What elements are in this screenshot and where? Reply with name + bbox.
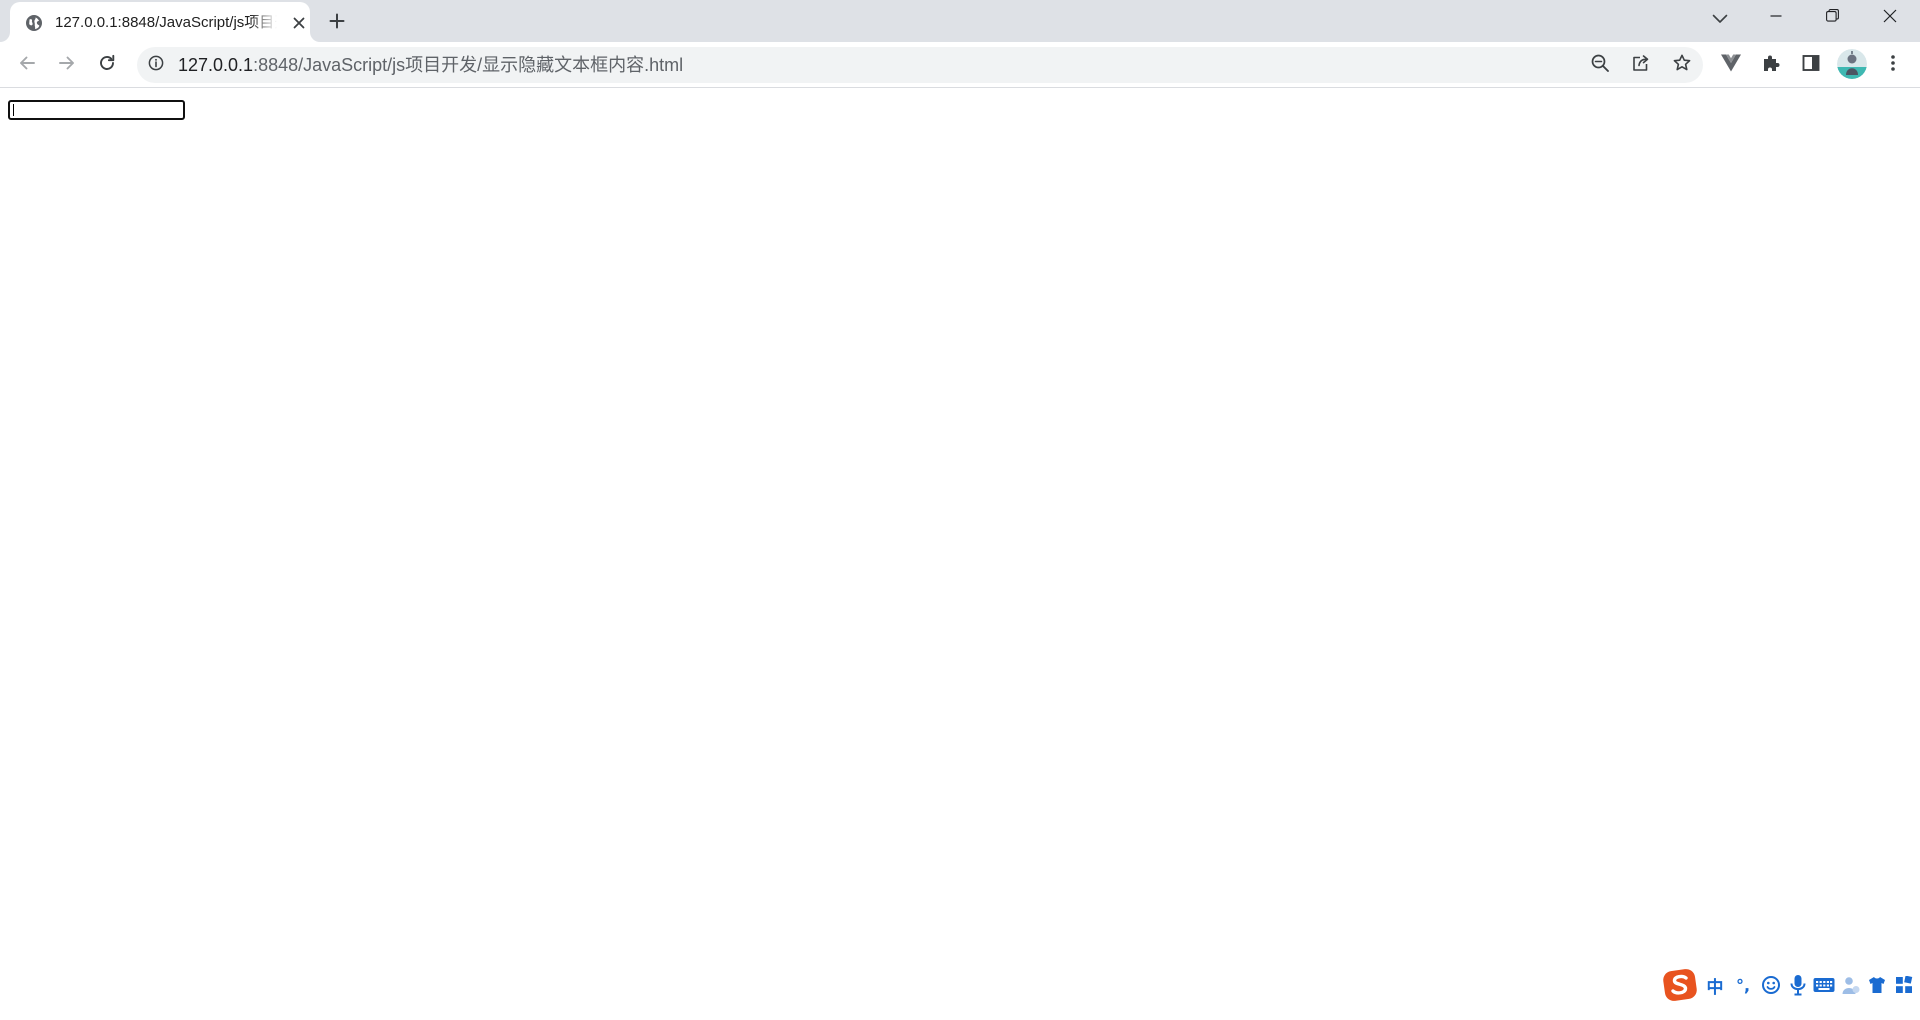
site-info-button[interactable] [146,55,166,75]
tab-strip: 127.0.0.1:8848/JavaScript/js项目开发/显示隐藏文本框… [0,0,1920,42]
new-tab-button[interactable] [324,10,350,36]
person-icon[interactable] [1840,974,1862,996]
ime-language-toggle[interactable]: 中 [1704,974,1726,998]
share-icon [1631,53,1651,78]
kebab-menu-icon [1890,54,1896,77]
close-icon [1883,9,1897,28]
url-path: :8848/JavaScript/js项目开发/显示隐藏文本框内容.html [253,55,684,75]
reload-button[interactable] [91,49,123,81]
arrow-left-icon [18,54,36,77]
mic-icon[interactable] [1787,974,1809,996]
tab-close-icon[interactable] [289,13,309,33]
plus-icon [329,13,345,34]
vue-devtools-extension[interactable] [1717,51,1745,79]
vue-devtools-icon [1720,53,1742,78]
browser-menu-button[interactable] [1879,51,1907,79]
shirt-icon[interactable] [1866,974,1888,996]
page-content: 中 °, [0,89,1920,1020]
restore-icon [1825,9,1839,27]
emoji-icon[interactable] [1760,974,1782,996]
keyboard-icon[interactable] [1813,974,1835,996]
side-panel-button[interactable] [1797,51,1825,79]
forward-button[interactable] [51,49,83,81]
tab-search-button[interactable] [1706,6,1734,34]
grid-icon[interactable] [1893,974,1915,996]
active-tab[interactable]: 127.0.0.1:8848/JavaScript/js项目开发/显示隐藏文本框… [10,2,310,42]
ime-punctuation-toggle[interactable]: °, [1732,974,1754,996]
window-close-button[interactable] [1862,0,1918,36]
address-bar[interactable]: 127.0.0.1:8848/JavaScript/js项目开发/显示隐藏文本框… [137,47,1703,83]
arrow-right-icon [58,54,76,77]
zoom-button[interactable] [1588,53,1612,77]
star-icon [1672,53,1692,78]
reload-icon [98,54,116,77]
url-host: 127.0.0.1 [178,55,254,75]
minimize-icon [1770,9,1782,27]
back-button[interactable] [11,49,43,81]
tab-title: 127.0.0.1:8848/JavaScript/js项目开发/显示隐藏文本框… [55,14,277,31]
ime-toolbar: 中 °, [1662,967,1920,1003]
url-text[interactable]: 127.0.0.1:8848/JavaScript/js项目开发/显示隐藏文本框… [178,55,683,75]
bookmark-button[interactable] [1670,53,1694,77]
minimize-button[interactable] [1748,0,1804,36]
share-button[interactable] [1629,53,1653,77]
globe-icon [25,14,43,32]
info-icon [148,55,164,76]
extensions-button[interactable] [1757,51,1785,79]
zoom-out-icon [1590,53,1610,78]
sogou-logo-icon[interactable] [1662,967,1698,1003]
browser-toolbar: 127.0.0.1:8848/JavaScript/js项目开发/显示隐藏文本框… [0,42,1920,88]
puzzle-icon [1761,53,1781,78]
chevron-down-icon [1712,11,1728,29]
profile-avatar[interactable] [1837,49,1867,79]
text-input[interactable] [8,100,185,120]
restore-button[interactable] [1804,0,1860,36]
text-caret [13,104,14,116]
side-panel-icon [1801,53,1821,78]
